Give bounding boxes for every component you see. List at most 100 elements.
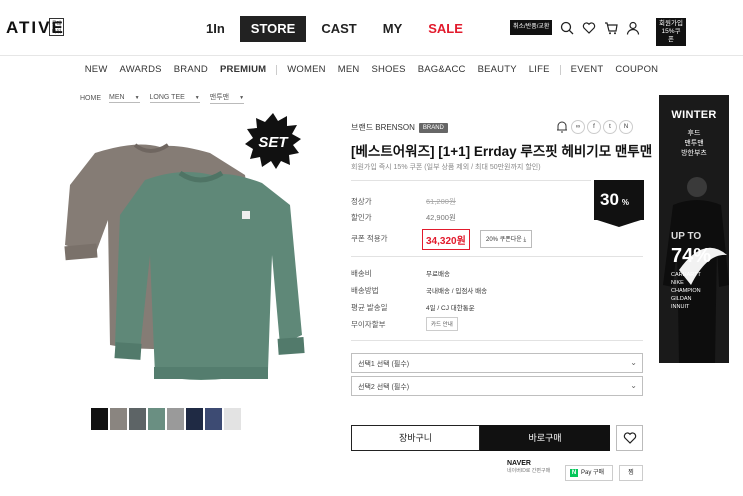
brand-label[interactable]: 브랜드 BRENSON — [351, 122, 415, 133]
banner-items: 후드 맨투맨 방한부츠 — [659, 129, 729, 159]
cat-coupon[interactable]: COUPON — [615, 56, 658, 84]
user-icon[interactable] — [626, 21, 640, 35]
category-nav: NEW AWARDS BRAND PREMIUM WOMEN MEN SHOES… — [0, 56, 743, 84]
shipping-method-value: 국내배송 / 입점사 배송 — [426, 288, 488, 295]
sale-price-value: 42,900원 — [426, 213, 456, 222]
breadcrumb-men: MEN — [109, 93, 125, 101]
breadcrumb-longtee: LONG TEE — [149, 93, 185, 101]
banner-brands: CARHARTT NIKE CHAMPION GILDAN INNUIT — [671, 271, 701, 311]
card-info-button[interactable]: 카드 안내 — [426, 317, 458, 331]
divider — [351, 340, 643, 341]
naver-blog-icon[interactable]: N — [619, 120, 633, 134]
banner-model-image — [663, 177, 729, 363]
color-swatch[interactable] — [148, 408, 165, 430]
download-icon: ⤓ — [523, 237, 527, 243]
color-swatch[interactable] — [205, 408, 222, 430]
breadcrumb-men-dropdown[interactable]: MEN ▼ — [109, 94, 140, 103]
chevron-down-icon: ▼ — [239, 95, 245, 101]
color-swatches — [91, 408, 243, 430]
search-icon[interactable] — [560, 21, 574, 35]
nav-1in[interactable]: 1In — [195, 16, 236, 42]
brand-tag[interactable]: BRAND — [418, 122, 448, 133]
chevron-down-icon: ▼ — [194, 94, 200, 101]
bell-icon[interactable] — [555, 120, 569, 134]
cat-awards[interactable]: AWARDS — [120, 56, 162, 84]
divider — [351, 256, 643, 257]
cat-men[interactable]: MEN — [338, 56, 360, 84]
nav-cast[interactable]: CAST — [310, 16, 367, 42]
banner-brand: CARHARTT — [671, 272, 701, 278]
wishlist-button[interactable] — [616, 425, 643, 451]
coupon-price-value: 34,320원 — [422, 229, 470, 250]
color-swatch[interactable] — [91, 408, 108, 430]
banner-line3: 방한부츠 — [681, 150, 707, 157]
product-subtitle: 회원가입 즉시 15% 쿠폰 (일부 상품 제외 / 최대 50만원까지 할인) — [351, 164, 541, 171]
breadcrumb: HOME MEN ▼ LONG TEE ▼ 맨투맨 ▼ — [80, 92, 254, 104]
cat-event[interactable]: EVENT — [571, 56, 604, 84]
chevron-down-icon: ⌄ — [630, 381, 637, 390]
shipping-fee-value: 무료배송 — [426, 271, 450, 278]
color-swatch[interactable] — [186, 408, 203, 430]
share-icons: ∞ f t N — [553, 120, 633, 134]
facebook-icon[interactable]: f — [587, 120, 601, 134]
color-swatch[interactable] — [129, 408, 146, 430]
top-bar: ATIVE 롯데 타워 1In STORE CAST MY SALE 취소/반품… — [0, 0, 743, 56]
option2-label: 선택2 선택 (필수) — [358, 384, 410, 391]
shipping-method-label: 배송방법 — [351, 286, 379, 295]
banner-line2: 맨투맨 — [684, 140, 704, 147]
cat-new[interactable]: NEW — [85, 56, 108, 84]
naver-pay-button[interactable]: N Pay 구매 — [565, 465, 613, 481]
breadcrumb-sweatshirt-dropdown[interactable]: 맨투맨 ▼ — [209, 92, 245, 104]
color-swatch[interactable] — [224, 408, 241, 430]
link-icon[interactable]: ∞ — [571, 120, 585, 134]
color-swatch[interactable] — [110, 408, 127, 430]
utility-icons: 취소/반품/교환 — [510, 20, 648, 35]
cart-icon[interactable] — [604, 21, 619, 35]
cat-shoes[interactable]: SHOES — [371, 56, 405, 84]
twitter-icon[interactable]: t — [603, 120, 617, 134]
discount-badge-notch — [594, 219, 644, 227]
cat-beauty[interactable]: BEAUTY — [478, 56, 517, 84]
discount-number: 30 — [600, 190, 619, 209]
cat-premium[interactable]: PREMIUM — [220, 56, 266, 84]
avg-ship-value: 4일 / CJ 대한통운 — [426, 305, 475, 312]
banner-brand: INNUIT — [671, 304, 690, 310]
heart-icon[interactable] — [582, 21, 596, 35]
option1-select[interactable]: 선택1 선택 (필수) ⌄ — [351, 353, 643, 373]
breadcrumb-home[interactable]: HOME — [80, 95, 101, 102]
avg-ship-label: 평균 발송일 — [351, 303, 388, 312]
coupon-download-label: 20% 쿠폰다운 — [486, 237, 522, 243]
main-nav: 1In STORE CAST MY SALE — [195, 16, 478, 42]
cat-women[interactable]: WOMEN — [287, 56, 325, 84]
cat-life[interactable]: LIFE — [529, 56, 550, 84]
product-title: [베스트어워즈] [1+1] Errday 루즈핏 헤비기모 맨투맨 — [351, 144, 653, 159]
nav-my[interactable]: MY — [372, 16, 414, 42]
coupon-price-label: 쿠폰 적용가 — [351, 234, 388, 243]
naver-pay-label: Pay 구매 — [581, 470, 605, 476]
banner-title: WINTER — [671, 109, 717, 121]
member-coupon-badge[interactable]: 회원가입 15%쿠폰 — [656, 18, 686, 46]
naver-pay-block: NAVER 네이버ID로 간편구매 — [507, 460, 550, 474]
member-badge-line1: 회원가입 — [659, 20, 683, 27]
cat-brand[interactable]: BRAND — [174, 56, 208, 84]
winter-sale-banner[interactable]: WINTER 후드 맨투맨 방한부츠 UP TO 74% CARHARTT NI… — [659, 95, 729, 363]
buy-now-button[interactable]: 바로구매 — [480, 425, 610, 451]
option2-select[interactable]: 선택2 선택 (필수) ⌄ — [351, 376, 643, 396]
breadcrumb-longtee-dropdown[interactable]: LONG TEE ▼ — [149, 93, 200, 103]
nav-sale[interactable]: SALE — [417, 16, 474, 42]
brand-row: 브랜드 BRENSON BRAND — [351, 122, 448, 133]
color-swatch[interactable] — [167, 408, 184, 430]
naver-wish-button[interactable]: 찜 — [619, 465, 643, 481]
add-to-cart-button[interactable]: 장바구니 — [351, 425, 480, 451]
coupon-download-button[interactable]: 20% 쿠폰다운 ⤓ — [480, 230, 533, 248]
heart-icon — [623, 432, 636, 444]
installment-label: 무이자할부 — [351, 320, 386, 329]
banner-upto: UP TO — [671, 231, 702, 242]
cat-bagacc[interactable]: BAG&ACC — [418, 56, 466, 84]
set-badge: SET — [245, 113, 301, 169]
return-badge[interactable]: 취소/반품/교환 — [510, 20, 553, 35]
banner-brand: CHAMPION — [671, 288, 701, 294]
divider — [351, 180, 591, 181]
chevron-down-icon: ⌄ — [630, 358, 637, 367]
nav-store[interactable]: STORE — [239, 16, 307, 42]
